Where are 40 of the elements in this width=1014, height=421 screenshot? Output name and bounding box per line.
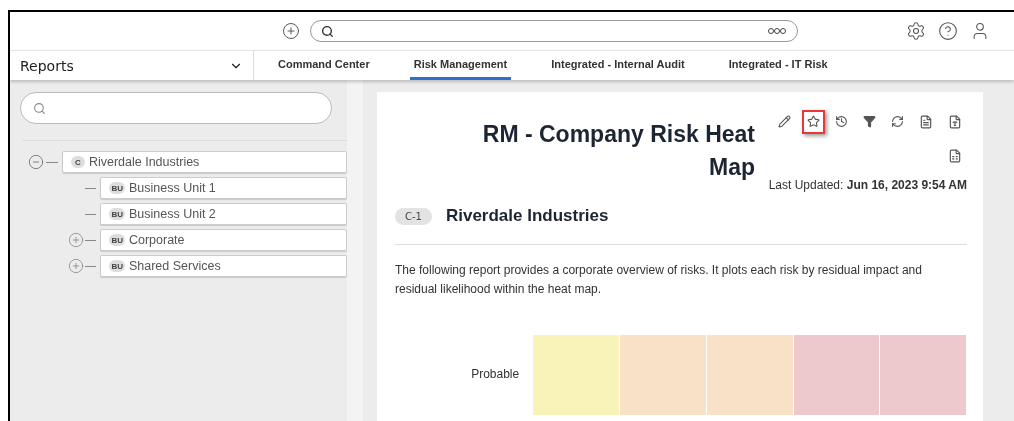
pencil-icon [778,115,791,128]
nav-tab[interactable]: Integrated - Internal Audit [547,51,689,80]
tree-node[interactable]: BU Shared Services [100,255,347,277]
expand-toggle[interactable] [68,258,86,274]
pdf-file-icon [919,115,933,129]
tree-node[interactable]: C Riverdale Industries [61,151,347,173]
section-title: Riverdale Industries [445,206,609,226]
last-updated-text: Last Updated: Jun 16, 2023 9:54 AM [768,178,967,192]
node-type-badge: BU [109,182,125,194]
nav-tab[interactable]: Command Center [274,51,374,80]
star-icon [807,115,820,128]
expand-toggle[interactable] [68,232,86,248]
help-icon[interactable] [938,21,958,41]
tree-node[interactable]: BU Corporate [100,229,347,251]
search-icon [321,24,334,38]
tree-node[interactable]: BU Business Unit 1 [100,177,347,199]
collapse-toggle[interactable] [28,154,46,170]
search-icon [33,101,46,115]
node-type-badge: BU [109,234,125,246]
add-icon[interactable] [282,22,300,40]
more-icon[interactable] [767,27,787,35]
node-type-badge: C [70,156,85,168]
node-type-badge: BU [109,260,125,272]
spreadsheet-file-icon [948,149,962,163]
tree-node[interactable]: BU Business Unit 2 [100,203,347,225]
history-icon [835,115,848,128]
module-dropdown[interactable]: Reports [10,51,254,80]
section-code: C-1 [395,207,432,225]
scrollbar[interactable] [347,80,363,421]
report-description: The following report provides a corporate overview of risks. It plots each risk by residual impact and residual likelihood within the heat map. [395,262,923,298]
nav-tab[interactable]: Integrated - IT Risk [724,51,832,80]
filter-icon [863,115,876,128]
node-type-badge: BU [109,208,125,220]
likelihood-label: Probable [470,367,521,381]
document-file-icon [948,115,962,129]
settings-icon[interactable] [906,21,926,41]
refresh-icon [891,115,904,128]
favorite-button[interactable] [802,110,825,134]
report-title: RM - Company Risk Heat Map [481,120,755,182]
tree-search-field[interactable] [20,92,332,124]
